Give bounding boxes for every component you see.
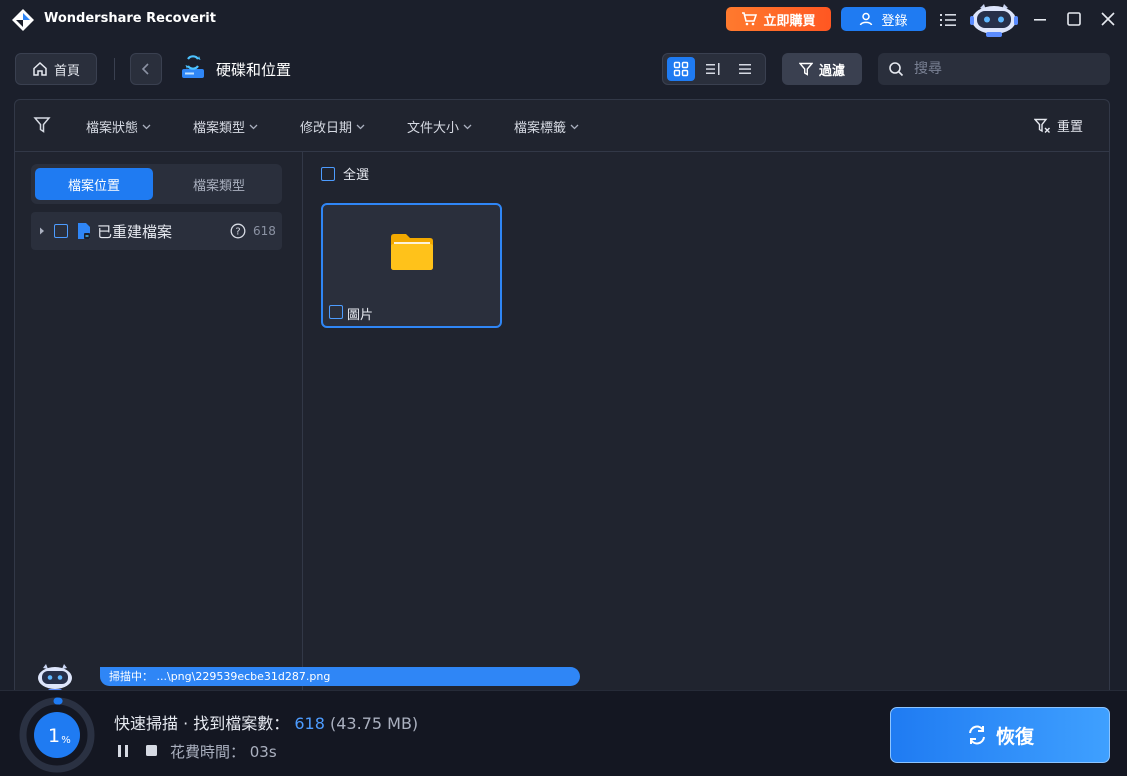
grid-icon: [673, 61, 689, 77]
found-count: 618: [294, 714, 325, 733]
elapsed-time: 花費時間： 03s: [170, 743, 277, 761]
detail-list-icon: [706, 63, 720, 75]
login-button[interactable]: 登錄: [841, 7, 926, 31]
reset-filter-button[interactable]: 重置: [1033, 116, 1083, 135]
chevron-down-icon: [142, 124, 151, 129]
back-button[interactable]: [130, 53, 162, 85]
home-icon: [33, 61, 47, 76]
close-icon[interactable]: [1099, 10, 1117, 28]
folder-card-pictures[interactable]: 圖片: [321, 203, 502, 328]
stop-icon[interactable]: [145, 744, 158, 757]
folder-card-label: 圖片: [347, 308, 374, 323]
search-input[interactable]: [914, 61, 1084, 77]
list-icon: [739, 64, 751, 74]
login-label: 登錄: [881, 13, 908, 29]
rebuilt-file-icon: [78, 223, 90, 239]
select-all-label: 全選: [343, 168, 370, 183]
file-tag-dropdown[interactable]: 檔案標籤: [514, 117, 579, 136]
recover-label: 恢復: [995, 725, 1034, 748]
chevron-down-icon: [249, 124, 258, 129]
caret-right-icon[interactable]: [39, 227, 45, 235]
file-size-label: 文件大小: [407, 121, 460, 136]
file-size-dropdown[interactable]: 文件大小: [407, 117, 472, 136]
folder-icon: [391, 234, 433, 270]
progress-value: 1: [48, 725, 60, 747]
found-size: (43.75 MB): [330, 714, 419, 733]
scan-status-text: 快速掃描 · 找到檔案數： 618 (43.75 MB): [114, 710, 418, 734]
app-window: Wondershare Recoverit 立即購買 登錄 首頁 硬碟和位置 過…: [0, 0, 1127, 776]
chevron-down-icon: [463, 124, 472, 129]
file-type-dropdown[interactable]: 檔案類型: [193, 117, 258, 136]
scan-path-tag: 掃描中： ...\png\229539ecbe31d287.png: [100, 667, 580, 686]
recoverit-logo-icon: [12, 9, 34, 31]
filter-bar: 檔案狀態 檔案類型 修改日期 文件大小 檔案標籤 重置: [15, 100, 1109, 152]
folder-card-checkbox[interactable]: [329, 305, 343, 319]
clear-filter-icon: [1033, 118, 1050, 133]
select-all-checkbox[interactable]: 全選: [321, 164, 369, 183]
page-title: 硬碟和位置: [216, 61, 292, 79]
location-sidebar: 檔案位置 檔案類型 已重建檔案 ? 618: [15, 152, 303, 698]
list-view-button[interactable]: [731, 57, 759, 81]
file-tag-label: 檔案標籤: [514, 121, 567, 136]
tab-file-type[interactable]: 檔案類型: [160, 168, 278, 200]
scan-progress-ring: 1 %: [19, 697, 95, 773]
sidebar-tab-switch: 檔案位置 檔案類型: [31, 164, 282, 204]
svg-text:?: ?: [235, 227, 240, 238]
filter-funnel-icon[interactable]: [33, 116, 51, 134]
chevron-down-icon: [570, 124, 579, 129]
scan-status-bar: 1 % 快速掃描 · 找到檔案數： 618 (43.75 MB) 花費時間： 0…: [0, 690, 1127, 776]
app-title: Wondershare Recoverit: [44, 11, 216, 26]
tree-item-count: 618: [253, 224, 276, 238]
file-status-label: 檔案狀態: [86, 121, 139, 136]
view-mode-toggle: [662, 53, 766, 85]
tree-item-checkbox[interactable]: [54, 224, 68, 238]
title-bar: Wondershare Recoverit 立即購買 登錄: [0, 0, 1127, 40]
recover-button[interactable]: 恢復: [890, 707, 1110, 763]
maximize-icon[interactable]: [1065, 10, 1083, 28]
help-icon[interactable]: ?: [230, 223, 246, 239]
robot-mascot-icon[interactable]: [968, 2, 1020, 38]
filter-label: 過濾: [818, 63, 845, 79]
home-button[interactable]: 首頁: [15, 53, 97, 85]
buy-now-label: 立即購買: [763, 13, 816, 29]
pause-icon[interactable]: [116, 744, 130, 758]
file-type-label: 檔案類型: [193, 121, 246, 136]
user-icon: [860, 12, 873, 26]
cart-icon: [742, 12, 758, 26]
detail-view-button[interactable]: [699, 57, 727, 81]
menu-icon[interactable]: [939, 11, 957, 29]
grid-view-button[interactable]: [667, 57, 695, 81]
modified-date-dropdown[interactable]: 修改日期: [300, 117, 365, 136]
search-box: [878, 53, 1110, 85]
funnel-icon: [798, 62, 813, 76]
drive-location-icon: [182, 55, 204, 78]
file-status-dropdown[interactable]: 檔案狀態: [86, 117, 151, 136]
results-panel: 檔案狀態 檔案類型 修改日期 文件大小 檔案標籤 重置 檔案位置 檔案類型 已重…: [14, 99, 1110, 699]
progress-unit: %: [61, 735, 71, 746]
minimize-icon[interactable]: [1031, 10, 1049, 28]
nav-divider: [114, 58, 115, 80]
search-icon: [889, 62, 904, 77]
select-all-box[interactable]: [321, 166, 335, 181]
tree-item-rebuilt-files[interactable]: 已重建檔案 ? 618: [31, 212, 282, 250]
scan-status-prefix: 快速掃描 · 找到檔案數：: [114, 714, 290, 733]
filter-button[interactable]: 過濾: [782, 53, 862, 85]
chevron-down-icon: [356, 124, 365, 129]
tab-file-location[interactable]: 檔案位置: [35, 168, 153, 200]
reset-label: 重置: [1056, 120, 1083, 135]
chevron-left-icon: [141, 63, 149, 75]
buy-now-button[interactable]: 立即購買: [726, 7, 831, 31]
modified-date-label: 修改日期: [300, 121, 353, 136]
home-label: 首頁: [53, 63, 80, 79]
tree-item-label: 已重建檔案: [97, 223, 173, 241]
recover-icon: [968, 725, 985, 745]
